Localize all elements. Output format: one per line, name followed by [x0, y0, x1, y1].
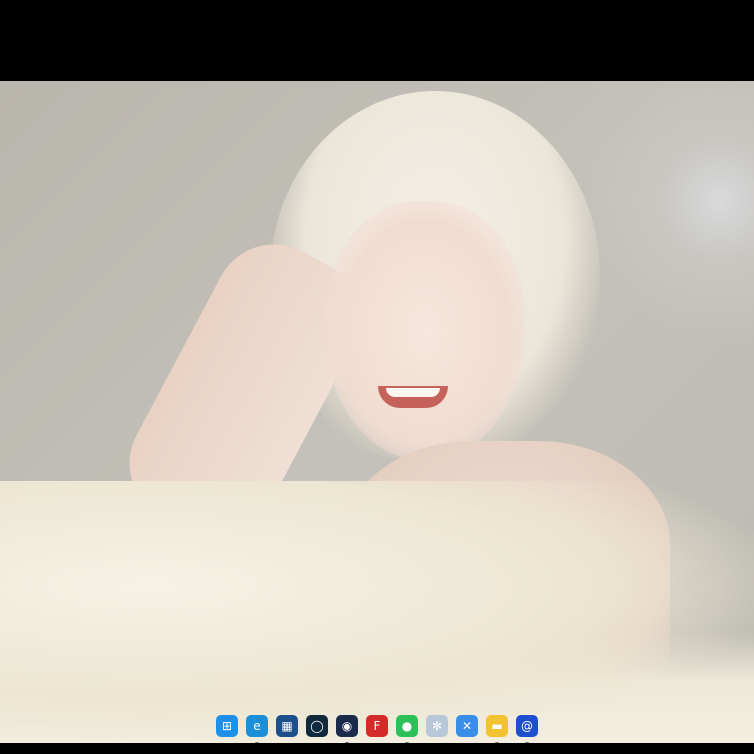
file-explorer-icon-glyph: ▬ [491, 718, 503, 733]
blue-app-icon-glyph: @ [521, 718, 533, 733]
blue-app-icon[interactable]: @ [516, 714, 538, 743]
wallpaper-blouse [0, 481, 754, 743]
steam-icon-glyph: ◉ [341, 718, 353, 733]
app-circle-icon-glyph: ◯ [310, 718, 324, 733]
f-app-icon-glyph: F [373, 718, 381, 733]
store-icon-glyph: ▦ [281, 718, 293, 733]
edge-icon-glyph: e [253, 718, 261, 733]
running-indicator [345, 741, 349, 743]
bird-app-icon[interactable]: ✕ [456, 714, 478, 737]
taskbar: ⊞ e ▦ ◯ ◉ F ● ✻ ✕ ▬ @ [0, 708, 754, 743]
running-indicator [405, 741, 409, 743]
desktop[interactable]: ⊞ e ▦ ◯ ◉ F ● ✻ ✕ ▬ @ [0, 81, 754, 743]
pinwheel-icon[interactable]: ✻ [426, 714, 448, 737]
wechat-icon[interactable]: ● [396, 714, 418, 743]
file-explorer-icon[interactable]: ▬ [486, 714, 508, 743]
running-indicator [495, 741, 499, 743]
running-indicator [525, 741, 529, 743]
steam-icon[interactable]: ◉ [336, 714, 358, 743]
app-circle-icon[interactable]: ◯ [306, 714, 328, 737]
bird-app-icon-glyph: ✕ [461, 718, 473, 733]
running-indicator [255, 741, 259, 743]
start-icon[interactable]: ⊞ [216, 714, 238, 737]
wallpaper-face [325, 201, 525, 461]
store-icon[interactable]: ▦ [276, 714, 298, 737]
pinwheel-icon-glyph: ✻ [431, 718, 443, 733]
wechat-icon-glyph: ● [401, 718, 413, 733]
edge-icon[interactable]: e [246, 714, 268, 743]
f-app-icon[interactable]: F [366, 714, 388, 737]
wallpaper-teeth [386, 388, 440, 397]
start-icon-glyph: ⊞ [221, 718, 233, 733]
